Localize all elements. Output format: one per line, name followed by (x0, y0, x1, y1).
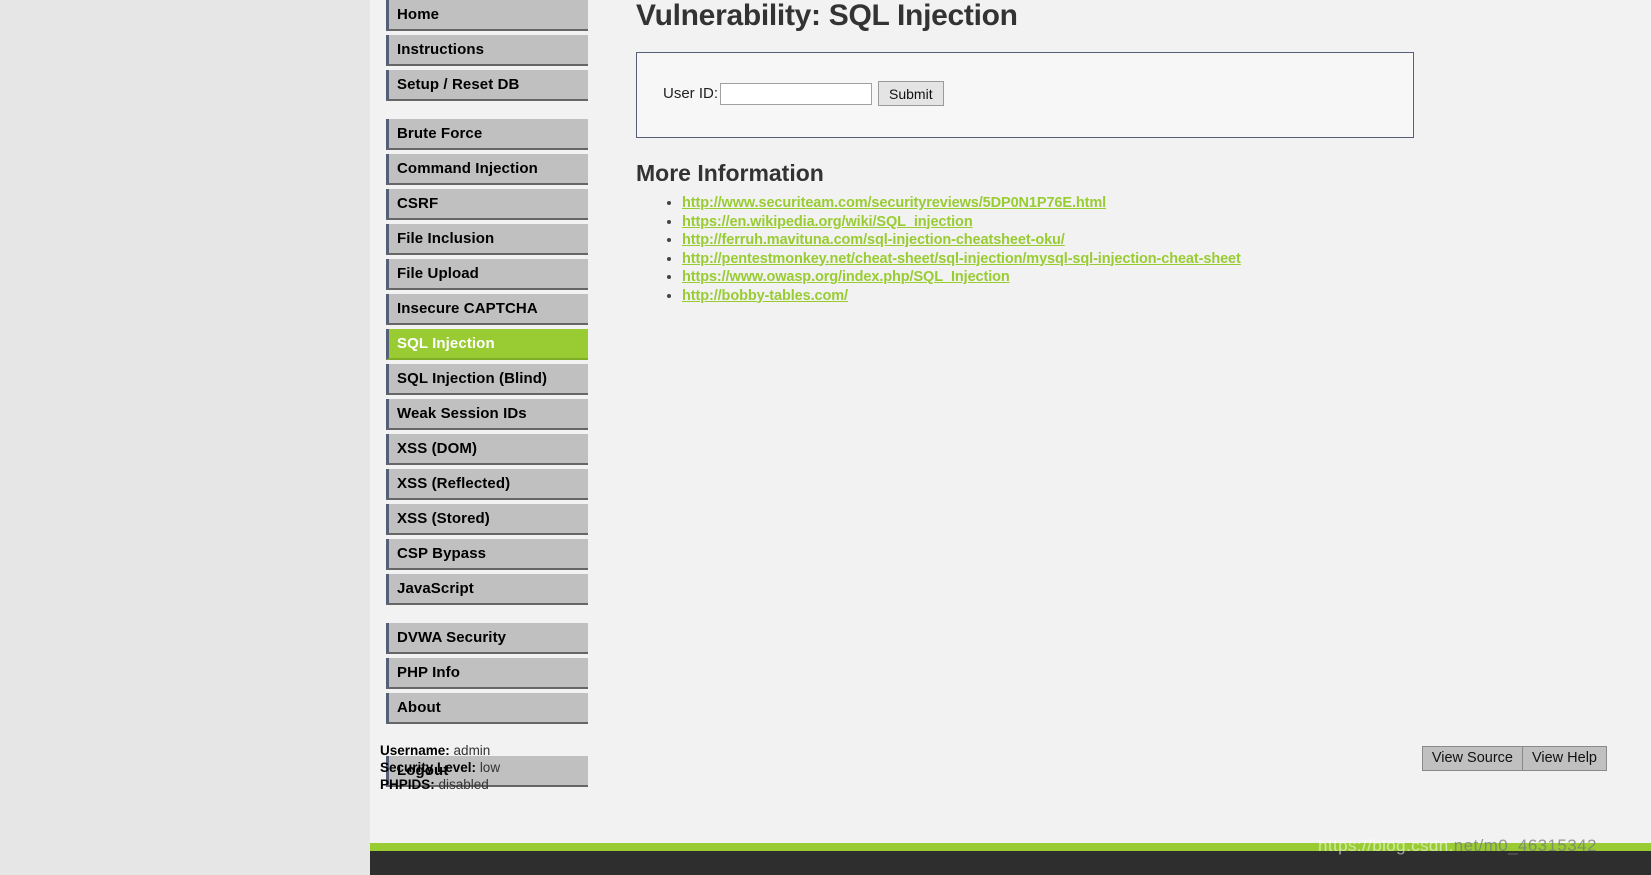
sidebar-item-sql-injection[interactable]: SQL Injection (386, 329, 588, 360)
sidebar-item-file-inclusion[interactable]: File Inclusion (386, 224, 588, 255)
main-content: Vulnerability: SQL Injection User ID: Su… (636, 0, 1436, 305)
list-item: https://www.owasp.org/index.php/SQL_Inje… (682, 268, 1436, 287)
system-info-username-row: Username: admin (380, 742, 500, 759)
list-item: http://bobby-tables.com/ (682, 287, 1436, 306)
link-securiteam[interactable]: http://www.securiteam.com/securityreview… (682, 195, 1106, 211)
sidebar-item-php-info[interactable]: PHP Info (386, 658, 588, 689)
user-id-form: User ID: Submit (663, 81, 944, 106)
sidebar-group-vulnerabilities: Brute Force Command Injection CSRF File … (386, 119, 588, 605)
sidebar-item-setup-reset-db[interactable]: Setup / Reset DB (386, 70, 588, 101)
user-id-label: User ID: (663, 85, 719, 102)
sidebar-item-csp-bypass[interactable]: CSP Bypass (386, 539, 588, 570)
sidebar-item-sql-injection-blind[interactable]: SQL Injection (Blind) (386, 364, 588, 395)
security-level-label: Security Level: (380, 760, 477, 775)
user-id-input[interactable] (720, 82, 873, 105)
phpids-value: disabled (438, 777, 489, 792)
sidebar-item-about[interactable]: About (386, 693, 588, 724)
sidebar-group-meta: DVWA Security PHP Info About (386, 623, 588, 724)
more-information-links: http://www.securiteam.com/securityreview… (636, 194, 1436, 305)
system-info-security-level-row: Security Level: low (380, 759, 500, 776)
sidebar-item-brute-force[interactable]: Brute Force (386, 119, 588, 150)
sidebar-item-javascript[interactable]: JavaScript (386, 574, 588, 605)
footer-accent-bar (370, 843, 1651, 851)
system-info-phpids-row: PHPIDS: disabled (380, 776, 500, 793)
screenshot-root: Home Instructions Setup / Reset DB Brute… (0, 0, 1651, 875)
page-title: Vulnerability: SQL Injection (636, 0, 1018, 32)
submit-button[interactable]: Submit (878, 81, 944, 106)
security-level-value: low (479, 760, 501, 775)
sidebar-item-insecure-captcha[interactable]: Insecure CAPTCHA (386, 294, 588, 325)
sidebar-group-primary: Home Instructions Setup / Reset DB (386, 0, 588, 101)
sidebar-item-command-injection[interactable]: Command Injection (386, 154, 588, 185)
sidebar-item-file-upload[interactable]: File Upload (386, 259, 588, 290)
link-pentestmonkey-cheat-sheet[interactable]: http://pentestmonkey.net/cheat-sheet/sql… (682, 251, 1241, 267)
view-source-button[interactable]: View Source (1421, 746, 1523, 771)
sidebar-item-dvwa-security[interactable]: DVWA Security (386, 623, 588, 654)
username-value: admin (453, 743, 491, 758)
list-item: http://ferruh.mavituna.com/sql-injection… (682, 231, 1436, 250)
sidebar-item-home[interactable]: Home (386, 0, 588, 31)
source-help-button-group: View Source View Help (1421, 746, 1607, 771)
system-info: Username: admin Security Level: low PHPI… (380, 742, 500, 793)
link-mavituna-cheatsheet[interactable]: http://ferruh.mavituna.com/sql-injection… (682, 232, 1065, 248)
username-label: Username: (380, 743, 450, 758)
link-bobby-tables[interactable]: http://bobby-tables.com/ (682, 288, 848, 304)
dvwa-page: Home Instructions Setup / Reset DB Brute… (370, 0, 1651, 875)
sidebar-navigation: Home Instructions Setup / Reset DB Brute… (386, 0, 588, 805)
sidebar-item-xss-stored[interactable]: XSS (Stored) (386, 504, 588, 535)
sidebar-item-xss-dom[interactable]: XSS (DOM) (386, 434, 588, 465)
phpids-label: PHPIDS: (380, 777, 435, 792)
link-wikipedia[interactable]: https://en.wikipedia.org/wiki/SQL_inject… (682, 214, 973, 230)
more-information-heading: More Information (636, 160, 824, 186)
sidebar-item-weak-session-ids[interactable]: Weak Session IDs (386, 399, 588, 430)
sidebar-item-instructions[interactable]: Instructions (386, 35, 588, 66)
vulnerability-panel: User ID: Submit (636, 52, 1414, 138)
list-item: https://en.wikipedia.org/wiki/SQL_inject… (682, 213, 1436, 232)
link-owasp[interactable]: https://www.owasp.org/index.php/SQL_Inje… (682, 269, 1010, 285)
sidebar-item-xss-reflected[interactable]: XSS (Reflected) (386, 469, 588, 500)
list-item: http://www.securiteam.com/securityreview… (682, 194, 1436, 213)
view-help-button[interactable]: View Help (1522, 746, 1607, 771)
footer-bar (370, 851, 1651, 875)
content-wrapper: Home Instructions Setup / Reset DB Brute… (370, 0, 1651, 843)
list-item: http://pentestmonkey.net/cheat-sheet/sql… (682, 250, 1436, 269)
sidebar-item-csrf[interactable]: CSRF (386, 189, 588, 220)
